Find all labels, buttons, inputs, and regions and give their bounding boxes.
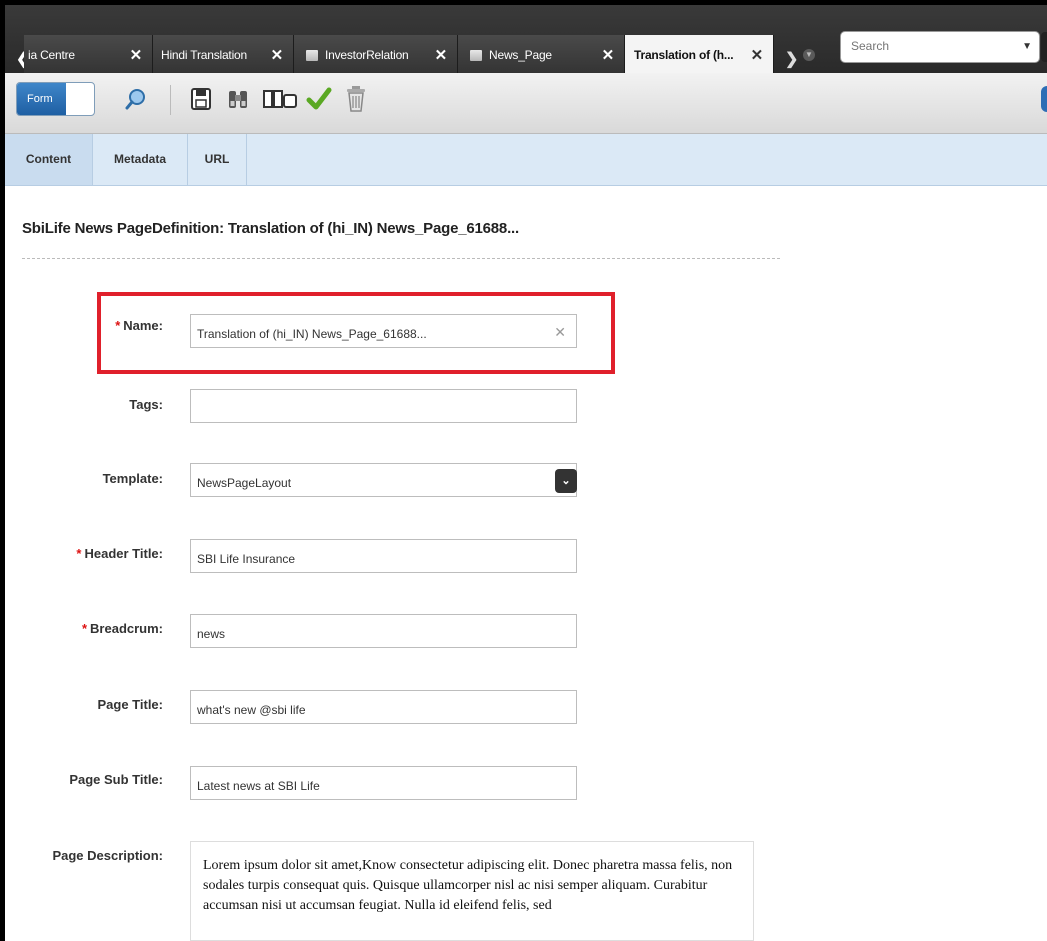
toolbar: Form bbox=[5, 73, 1047, 134]
tab-label: Translation of (h... bbox=[634, 48, 734, 62]
breadcrum-field[interactable]: news bbox=[190, 614, 577, 648]
name-field[interactable]: Translation of (hi_IN) News_Page_61688..… bbox=[190, 314, 577, 348]
tab-label: Hindi Translation bbox=[161, 48, 247, 62]
document-icon bbox=[470, 49, 482, 61]
page-sub-title-value: Latest news at SBI Life bbox=[197, 779, 320, 793]
tab-url[interactable]: URL bbox=[188, 134, 247, 185]
tab-label: News_Page bbox=[489, 48, 552, 62]
tab-bar: ❮ ia Centre ✕ Hindi Translation ✕ Invest… bbox=[5, 5, 1047, 75]
preview-search-button[interactable] bbox=[122, 85, 150, 113]
clear-icon[interactable]: ✕ bbox=[554, 324, 566, 341]
tab-list-menu-icon[interactable]: ▼ bbox=[803, 49, 815, 61]
tab-label: InvestorRelation bbox=[325, 48, 409, 62]
tab-label: ia Centre bbox=[28, 48, 75, 62]
checkmark-icon bbox=[306, 87, 332, 110]
page-title-field[interactable]: what's new @sbi life bbox=[190, 690, 577, 724]
page-description-field[interactable]: Lorem ipsum dolor sit amet,Know consecte… bbox=[190, 841, 754, 941]
compare-button[interactable] bbox=[224, 85, 252, 113]
page-sub-title-field[interactable]: Latest news at SBI Life bbox=[190, 766, 577, 800]
layout-button[interactable] bbox=[263, 85, 297, 113]
chevron-down-icon[interactable]: ⌄ bbox=[555, 469, 577, 493]
tab-media-centre[interactable]: ia Centre ✕ bbox=[24, 35, 153, 75]
toolbar-divider bbox=[170, 85, 171, 115]
content-subtabs: Content Metadata URL bbox=[5, 134, 1047, 186]
template-label: Template: bbox=[102, 471, 163, 486]
page-title: SbiLife News PageDefinition: Translation… bbox=[22, 220, 519, 237]
page-description-label: Page Description: bbox=[52, 848, 163, 863]
tab-investor-relation[interactable]: InvestorRelation ✕ bbox=[294, 35, 458, 75]
tags-field[interactable] bbox=[190, 389, 577, 423]
page-description-value: Lorem ipsum dolor sit amet,Know consecte… bbox=[203, 858, 733, 913]
header-title-value: SBI Life Insurance bbox=[197, 552, 296, 566]
breadcrum-label: * Breadcrum: bbox=[81, 621, 163, 636]
name-value: Translation of (hi_IN) News_Page_61688..… bbox=[197, 327, 427, 341]
form-mode-label: Form bbox=[17, 83, 66, 115]
delete-button[interactable] bbox=[342, 85, 370, 113]
close-icon[interactable]: ✕ bbox=[435, 46, 448, 64]
binoculars-icon bbox=[229, 91, 247, 108]
tab-content[interactable]: Content bbox=[5, 134, 93, 185]
header-title-field[interactable]: SBI Life Insurance bbox=[190, 539, 577, 573]
close-icon[interactable]: ✕ bbox=[271, 46, 284, 64]
close-icon[interactable]: ✕ bbox=[602, 46, 615, 64]
page-sub-title-label: Page Sub Title: bbox=[69, 772, 163, 787]
required-marker: * bbox=[115, 318, 121, 333]
tab-news-page[interactable]: News_Page ✕ bbox=[458, 35, 625, 75]
header-title-label: * Header Title: bbox=[76, 546, 163, 561]
template-value: NewsPageLayout bbox=[197, 476, 292, 490]
tab-hindi-translation[interactable]: Hindi Translation ✕ bbox=[153, 35, 294, 75]
name-label: * Name: bbox=[115, 318, 163, 333]
heading-divider bbox=[22, 258, 780, 259]
required-marker: * bbox=[81, 621, 88, 636]
save-button[interactable] bbox=[187, 85, 215, 113]
page-title-label: Page Title: bbox=[97, 697, 163, 712]
search-input[interactable] bbox=[849, 38, 1013, 54]
tab-metadata[interactable]: Metadata bbox=[93, 134, 188, 185]
tab-scroll-right-icon[interactable]: ❯ bbox=[785, 49, 798, 69]
breadcrum-value: news bbox=[197, 627, 226, 641]
tab-translation-active[interactable]: Translation of (h... ✕ bbox=[625, 35, 774, 75]
approve-button[interactable] bbox=[305, 85, 333, 113]
search-go-button[interactable] bbox=[1041, 32, 1047, 62]
toolbar-right-action-button[interactable] bbox=[1041, 86, 1047, 112]
columns-layout-icon bbox=[263, 90, 297, 108]
close-icon[interactable]: ✕ bbox=[130, 46, 143, 64]
search-box[interactable]: ▼ bbox=[840, 31, 1040, 63]
search-dropdown-icon[interactable]: ▼ bbox=[1022, 41, 1032, 52]
save-icon bbox=[191, 88, 211, 110]
form-mode-toggle[interactable]: Form bbox=[16, 82, 95, 116]
close-icon[interactable]: ✕ bbox=[751, 46, 764, 64]
magnifier-icon bbox=[125, 89, 145, 110]
required-marker: * bbox=[76, 546, 82, 561]
tags-label: Tags: bbox=[129, 397, 163, 412]
document-icon bbox=[306, 49, 318, 61]
template-select[interactable]: NewsPageLayout ⌄ bbox=[190, 463, 577, 497]
page-title-value: what's new @sbi life bbox=[197, 703, 306, 717]
trash-icon bbox=[347, 86, 365, 112]
